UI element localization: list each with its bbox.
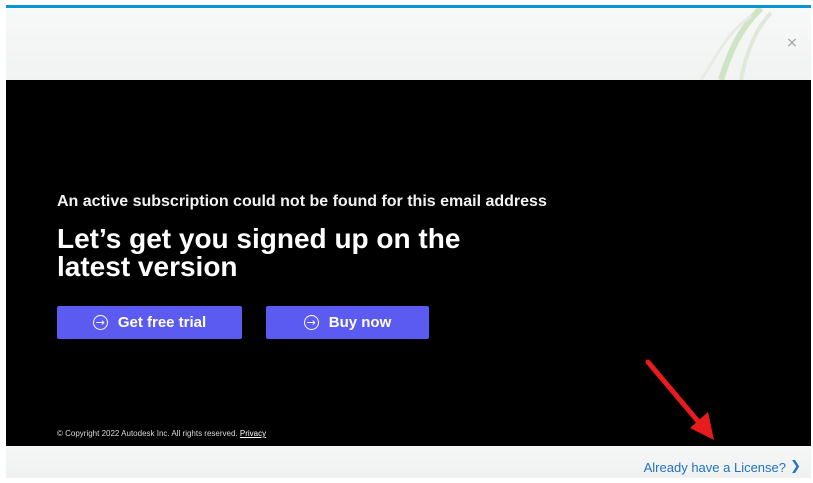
leaf-decoration (699, 8, 773, 80)
arrow-circle-right-icon: → (92, 315, 108, 330)
chevron-right-icon[interactable]: ❯ (790, 459, 801, 474)
copyright-text: © Copyright 2022 Autodesk Inc. All right… (57, 429, 238, 438)
footer-bar: Already have a License? ❯ (6, 446, 811, 478)
get-free-trial-label: Get free trial (117, 314, 207, 331)
buy-now-button[interactable]: → Buy now (266, 306, 429, 339)
subscription-message: An active subscription could not be foun… (57, 193, 547, 210)
header-decoration (6, 8, 811, 80)
get-free-trial-button[interactable]: → Get free trial (57, 306, 242, 339)
already-have-license-link[interactable]: Already have a License? (644, 460, 786, 475)
arrow-circle-right-icon: → (303, 315, 319, 330)
buy-now-label: Buy now (328, 314, 392, 331)
page-title: Let’s get you signed up on the latest ve… (57, 223, 461, 282)
copyright-notice: © Copyright 2022 Autodesk Inc. All right… (57, 429, 266, 438)
close-icon[interactable]: × (785, 36, 799, 50)
privacy-link[interactable]: Privacy (240, 429, 266, 438)
red-pointer-arrow (645, 359, 714, 440)
